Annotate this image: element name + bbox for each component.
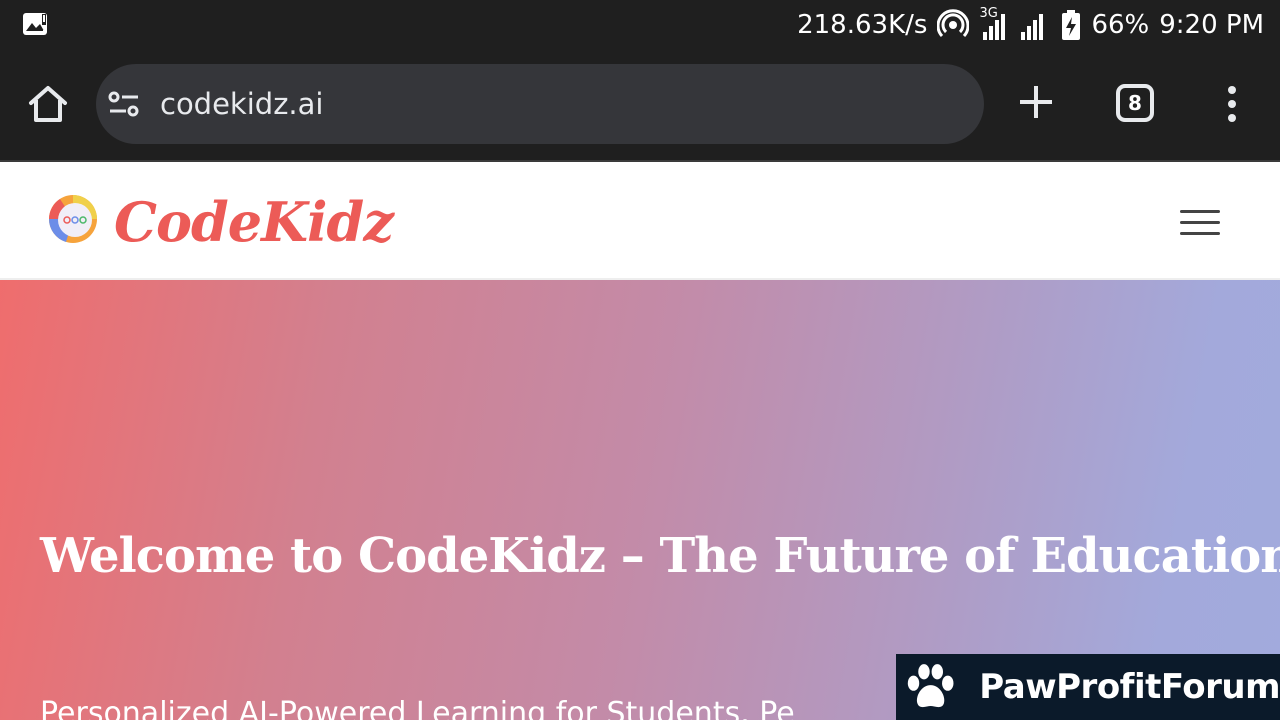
status-right-group: 218.63K/s 3G 66% 9:20 PM bbox=[797, 0, 1264, 50]
address-bar[interactable]: codekidz.ai bbox=[96, 64, 984, 144]
watermark-text: PawProfitForum bbox=[979, 667, 1280, 707]
net-speed: 218.63K/s bbox=[797, 10, 928, 40]
hamburger-icon[interactable] bbox=[1178, 208, 1222, 238]
battery-level: 66% bbox=[1091, 10, 1150, 40]
battery-charging-icon bbox=[1062, 10, 1081, 40]
browser-toolbar: codekidz.ai 8 bbox=[0, 50, 1280, 162]
signal-icon bbox=[983, 14, 1044, 40]
watermark-badge: PawProfitForum bbox=[896, 654, 1280, 720]
plus-icon[interactable] bbox=[1016, 82, 1056, 122]
hero-subtitle: Personalized AI-Powered Learning for Stu… bbox=[40, 696, 795, 720]
url-text[interactable]: codekidz.ai bbox=[160, 64, 323, 144]
codekidz-logo-icon[interactable] bbox=[46, 192, 100, 246]
site-logo-text[interactable]: CodeKidz bbox=[114, 182, 394, 262]
signal-group: 3G bbox=[979, 6, 1051, 42]
status-bar: 218.63K/s 3G 66% 9:20 PM bbox=[0, 0, 1280, 50]
more-vert-icon[interactable] bbox=[1218, 84, 1246, 124]
site-header: CodeKidz bbox=[0, 162, 1280, 280]
tab-switcher-button[interactable]: 8 bbox=[1116, 84, 1154, 122]
tab-count: 8 bbox=[1128, 91, 1142, 115]
clock: 9:20 PM bbox=[1159, 10, 1264, 40]
hero-title: Welcome to CodeKidz – The Future of Educ… bbox=[40, 528, 1280, 584]
home-icon[interactable] bbox=[26, 82, 70, 126]
image-notification-icon bbox=[23, 13, 47, 35]
tune-icon[interactable] bbox=[108, 90, 140, 118]
paw-icon bbox=[907, 664, 954, 708]
hotspot-icon bbox=[937, 9, 970, 38]
